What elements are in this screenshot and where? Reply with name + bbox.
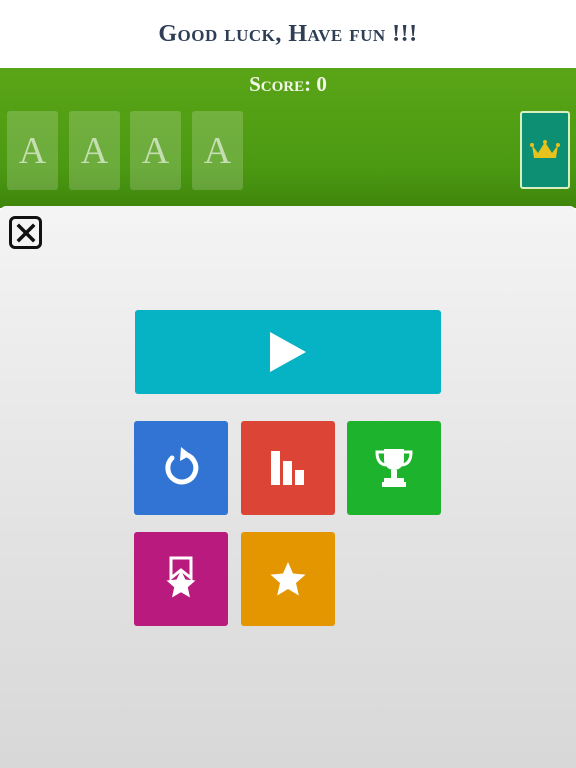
foundation-slot-1[interactable]: A (7, 111, 58, 190)
undo-icon (165, 447, 199, 485)
undo-button[interactable] (134, 421, 228, 515)
trophy-icon (375, 449, 413, 487)
score-label: Score: 0 (249, 72, 327, 96)
close-icon (16, 223, 35, 242)
foundation-slot-2[interactable]: A (69, 111, 120, 190)
stock-pile[interactable] (520, 111, 570, 189)
foundation-label: A (141, 129, 170, 172)
achievements-button[interactable] (134, 532, 228, 626)
statistics-button[interactable] (241, 421, 335, 515)
close-button[interactable] (9, 216, 42, 249)
foundation-label: A (18, 129, 47, 172)
foundation-slot-3[interactable]: A (130, 111, 181, 190)
crown-icon (530, 140, 560, 158)
menu-panel (0, 206, 576, 768)
banner-title: Good luck, Have fun !!! (158, 20, 418, 47)
play-button[interactable] (135, 310, 441, 394)
bar-chart-icon (271, 451, 304, 485)
foundation-slot-4[interactable]: A (192, 111, 243, 190)
badge-star-icon (166, 556, 196, 598)
foundation-label: A (203, 129, 232, 172)
game-bar: Score: 0 A A A A (0, 68, 576, 208)
top-banner: Good luck, Have fun !!! (0, 0, 576, 68)
play-icon (270, 332, 306, 372)
foundation-label: A (80, 129, 109, 172)
star-icon (270, 562, 306, 596)
leaderboard-button[interactable] (347, 421, 441, 515)
rate-button[interactable] (241, 532, 335, 626)
